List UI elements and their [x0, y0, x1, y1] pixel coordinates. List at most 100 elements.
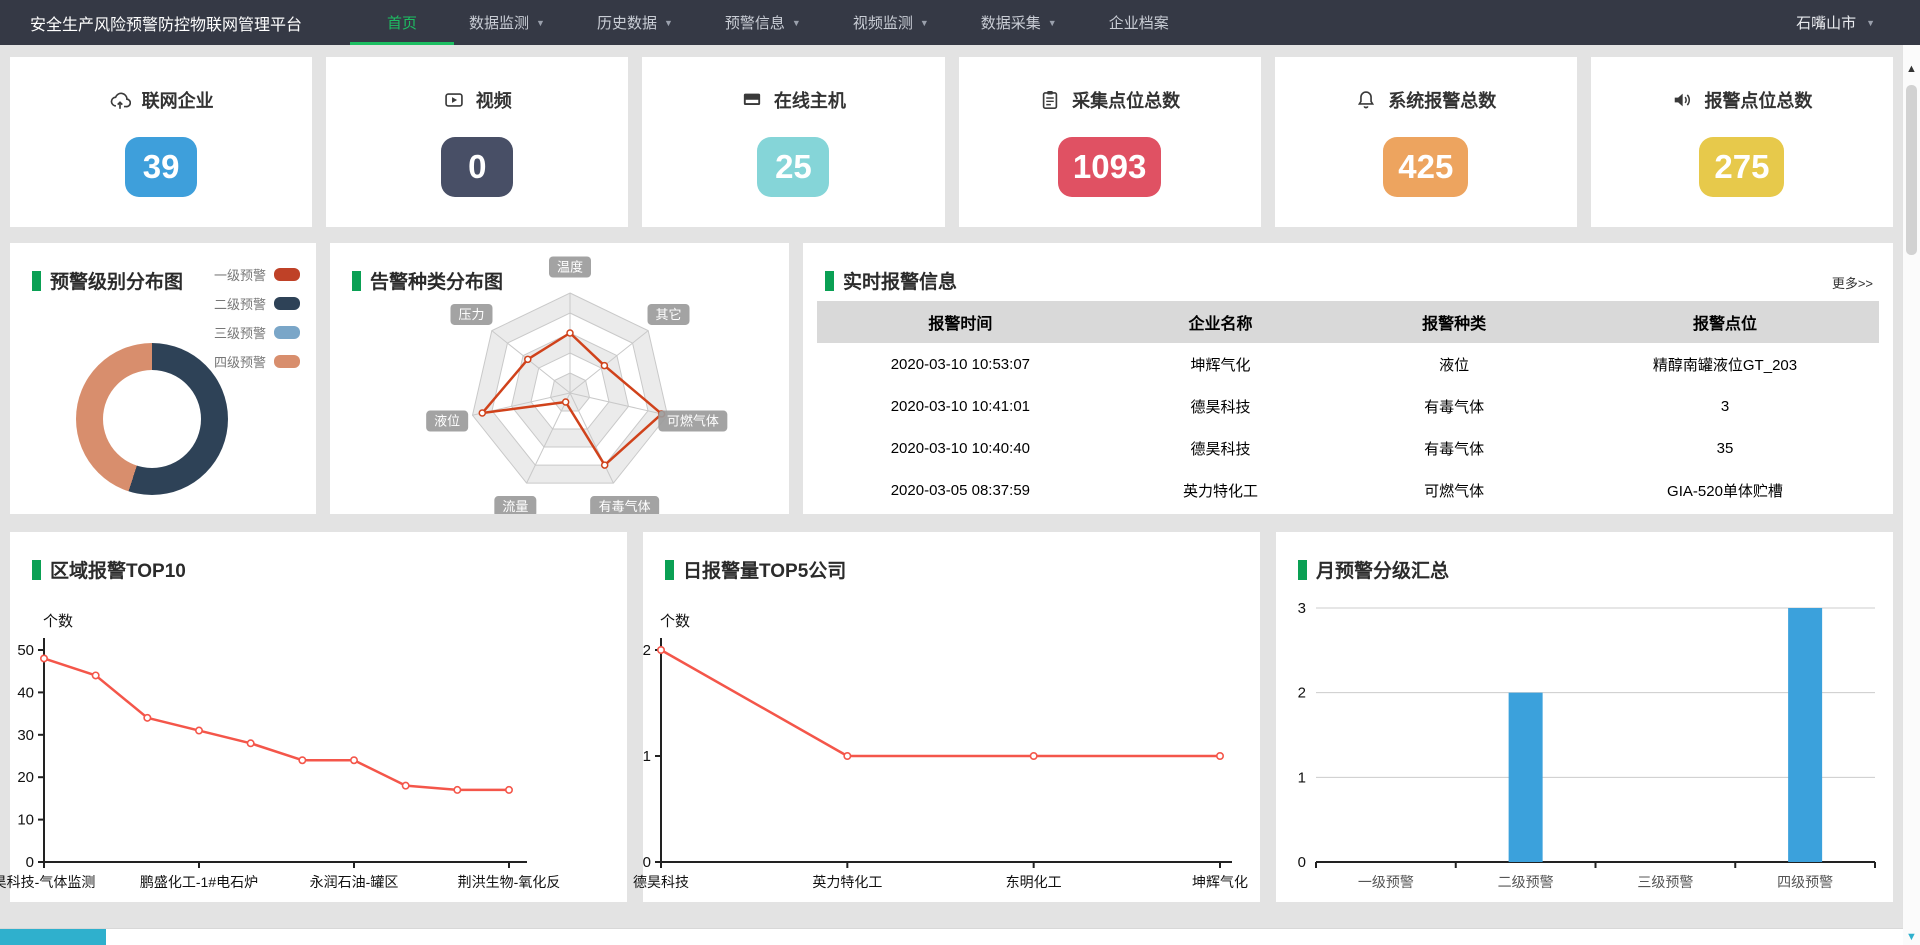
- alarm-table-row: 2020-03-10 10:40:40德昊科技有毒气体35: [817, 427, 1879, 469]
- table-column-header: 企业名称: [1104, 301, 1338, 343]
- stat-card-value: 39: [125, 137, 197, 197]
- video-icon: [443, 89, 465, 111]
- more-link[interactable]: 更多>>: [1832, 273, 1873, 292]
- bottom-row: 区域报警TOP10 01020304050个数昊科技-气体监测鹏盛化工-1#电石…: [10, 532, 1893, 902]
- scroll-up-icon[interactable]: ▲: [1903, 63, 1920, 75]
- monthly-summary-panel: 月预警分级汇总 0123一级预警二级预警三级预警四级预警: [1276, 532, 1893, 902]
- stat-card-title: 联网企业: [109, 87, 214, 113]
- nav-item-label: 视频监测: [853, 12, 913, 33]
- svg-text:压力: 压力: [458, 307, 484, 322]
- svg-text:0: 0: [643, 854, 651, 871]
- legend-swatch: [274, 297, 300, 310]
- svg-text:20: 20: [17, 769, 34, 786]
- scroll-down-icon[interactable]: ▼: [1903, 931, 1920, 943]
- legend-item-三级预警[interactable]: 三级预警: [214, 323, 300, 342]
- svg-text:昊科技-气体监测: 昊科技-气体监测: [0, 874, 95, 890]
- alarm-table-row: 2020-03-10 10:41:01德昊科技有毒气体3: [817, 385, 1879, 427]
- legend-swatch: [274, 355, 300, 368]
- svg-text:其它: 其它: [656, 307, 682, 322]
- nav-item-首页[interactable]: 首页: [387, 0, 417, 45]
- alarm-type-panel: 告警种类分布图 温度其它可燃气体有毒气体流量液位压力: [330, 243, 789, 514]
- svg-text:永润石油-罐区: 永润石油-罐区: [310, 874, 399, 890]
- stat-card-value: 0: [441, 137, 513, 197]
- svg-text:1: 1: [643, 748, 651, 765]
- table-cell: 2020-03-10 10:40:40: [817, 427, 1104, 469]
- table-column-header: 报警点位: [1571, 301, 1879, 343]
- nav-item-历史数据[interactable]: 历史数据▼: [597, 0, 673, 45]
- chevron-down-icon: ▼: [920, 18, 929, 28]
- legend-item-一级预警[interactable]: 一级预警: [214, 265, 300, 284]
- legend-swatch: [274, 268, 300, 281]
- table-cell: 精醇南罐液位GT_203: [1571, 343, 1879, 385]
- stat-card-label: 系统报警总数: [1388, 87, 1496, 113]
- table-cell: 有毒气体: [1337, 385, 1571, 427]
- legend-item-四级预警[interactable]: 四级预警: [214, 352, 300, 371]
- svg-text:个数: 个数: [660, 613, 690, 630]
- svg-text:1: 1: [1298, 769, 1306, 786]
- title-marker: [1298, 560, 1307, 580]
- top-navbar: 安全生产风险预警防控物联网管理平台 首页数据监测▼历史数据▼预警信息▼视频监测▼…: [0, 0, 1920, 45]
- panel-title: 告警种类分布图: [352, 267, 503, 294]
- table-cell: 35: [1571, 427, 1879, 469]
- realtime-alarm-table: 报警时间企业名称报警种类报警点位 2020-03-10 10:53:07坤辉气化…: [817, 301, 1879, 511]
- stat-card-系统报警总数: 系统报警总数 425: [1275, 57, 1577, 227]
- table-header: 报警时间企业名称报警种类报警点位: [817, 301, 1879, 343]
- city-selector[interactable]: 石嘴山市 ▼: [1796, 12, 1875, 33]
- svg-text:可燃气体: 可燃气体: [667, 414, 719, 429]
- legend-swatch: [274, 326, 300, 339]
- stat-card-联网企业: 联网企业 39: [10, 57, 312, 227]
- table-column-header: 报警时间: [817, 301, 1104, 343]
- monthly-summary-bar-chart: 0123一级预警二级预警三级预警四级预警: [1276, 532, 1893, 902]
- nav-item-视频监测[interactable]: 视频监测 ▼: [853, 0, 929, 45]
- region-top10-panel: 区域报警TOP10 01020304050个数昊科技-气体监测鹏盛化工-1#电石…: [10, 532, 627, 902]
- vertical-scroll-thumb[interactable]: [1906, 85, 1917, 255]
- title-marker: [825, 271, 834, 291]
- nav-item-label: 数据采集: [981, 12, 1041, 33]
- horizontal-scrollbar[interactable]: [0, 928, 1903, 945]
- legend-item-二级预警[interactable]: 二级预警: [214, 294, 300, 313]
- table-cell: 3: [1571, 385, 1879, 427]
- stat-card-报警点位总数: 报警点位总数 275: [1591, 57, 1893, 227]
- clipboard-icon: [1039, 89, 1061, 111]
- daily-top5-line-chart: 012个数德昊科技英力特化工东明化工坤辉气化: [643, 532, 1260, 902]
- svg-text:四级预警: 四级预警: [1777, 874, 1833, 890]
- svg-text:三级预警: 三级预警: [1637, 874, 1693, 890]
- svg-text:二级预警: 二级预警: [1498, 874, 1554, 890]
- nav-item-预警信息[interactable]: 预警信息▼: [725, 0, 801, 45]
- table-cell: 坤辉气化: [1104, 343, 1338, 385]
- stat-card-title: 采集点位总数: [1039, 87, 1180, 113]
- monitor-icon: [741, 89, 763, 111]
- warning-level-panel: 预警级别分布图 一级预警 二级预警 三级预警 四级预警: [10, 243, 316, 514]
- table-cell: 德昊科技: [1104, 427, 1338, 469]
- vertical-scrollbar[interactable]: ▲ ▼: [1902, 45, 1920, 945]
- horizontal-scroll-thumb[interactable]: [0, 929, 106, 945]
- stat-card-视频: 视频 0: [326, 57, 628, 227]
- nav-item-数据监测[interactable]: 数据监测▼: [469, 0, 545, 45]
- stat-card-title: 报警点位总数: [1671, 87, 1812, 113]
- svg-text:鹏盛化工-1#电石炉: 鹏盛化工-1#电石炉: [140, 874, 258, 890]
- city-label: 石嘴山市: [1796, 12, 1856, 33]
- stat-card-title: 在线主机: [741, 87, 846, 113]
- panel-title: 月预警分级汇总: [1298, 556, 1449, 583]
- svg-text:3: 3: [1298, 600, 1306, 617]
- stat-card-label: 报警点位总数: [1704, 87, 1812, 113]
- donut-hole: [103, 370, 201, 468]
- svg-text:2: 2: [643, 642, 651, 659]
- panel-title-text: 日报警量TOP5公司: [683, 556, 846, 583]
- nav-item-label: 预警信息: [725, 12, 785, 33]
- svg-text:液位: 液位: [434, 414, 460, 429]
- svg-text:30: 30: [17, 727, 34, 744]
- panel-title: 日报警量TOP5公司: [665, 556, 846, 583]
- svg-text:荆洪生物-氧化反: 荆洪生物-氧化反: [458, 874, 561, 890]
- panel-title: 实时报警信息: [825, 267, 957, 294]
- nav-item-企业档案[interactable]: 企业档案: [1109, 0, 1169, 45]
- nav-item-数据采集[interactable]: 数据采集▼: [981, 0, 1057, 45]
- svg-text:温度: 温度: [557, 260, 583, 275]
- svg-text:50: 50: [17, 642, 34, 659]
- table-cell: 2020-03-05 08:37:59: [817, 469, 1104, 511]
- panel-title: 区域报警TOP10: [32, 556, 186, 583]
- table-cell: GIA-520单体贮槽: [1571, 469, 1879, 511]
- stat-card-在线主机: 在线主机 25: [642, 57, 944, 227]
- table-cell: 英力特化工: [1104, 469, 1338, 511]
- stat-card-value: 1093: [1058, 137, 1161, 197]
